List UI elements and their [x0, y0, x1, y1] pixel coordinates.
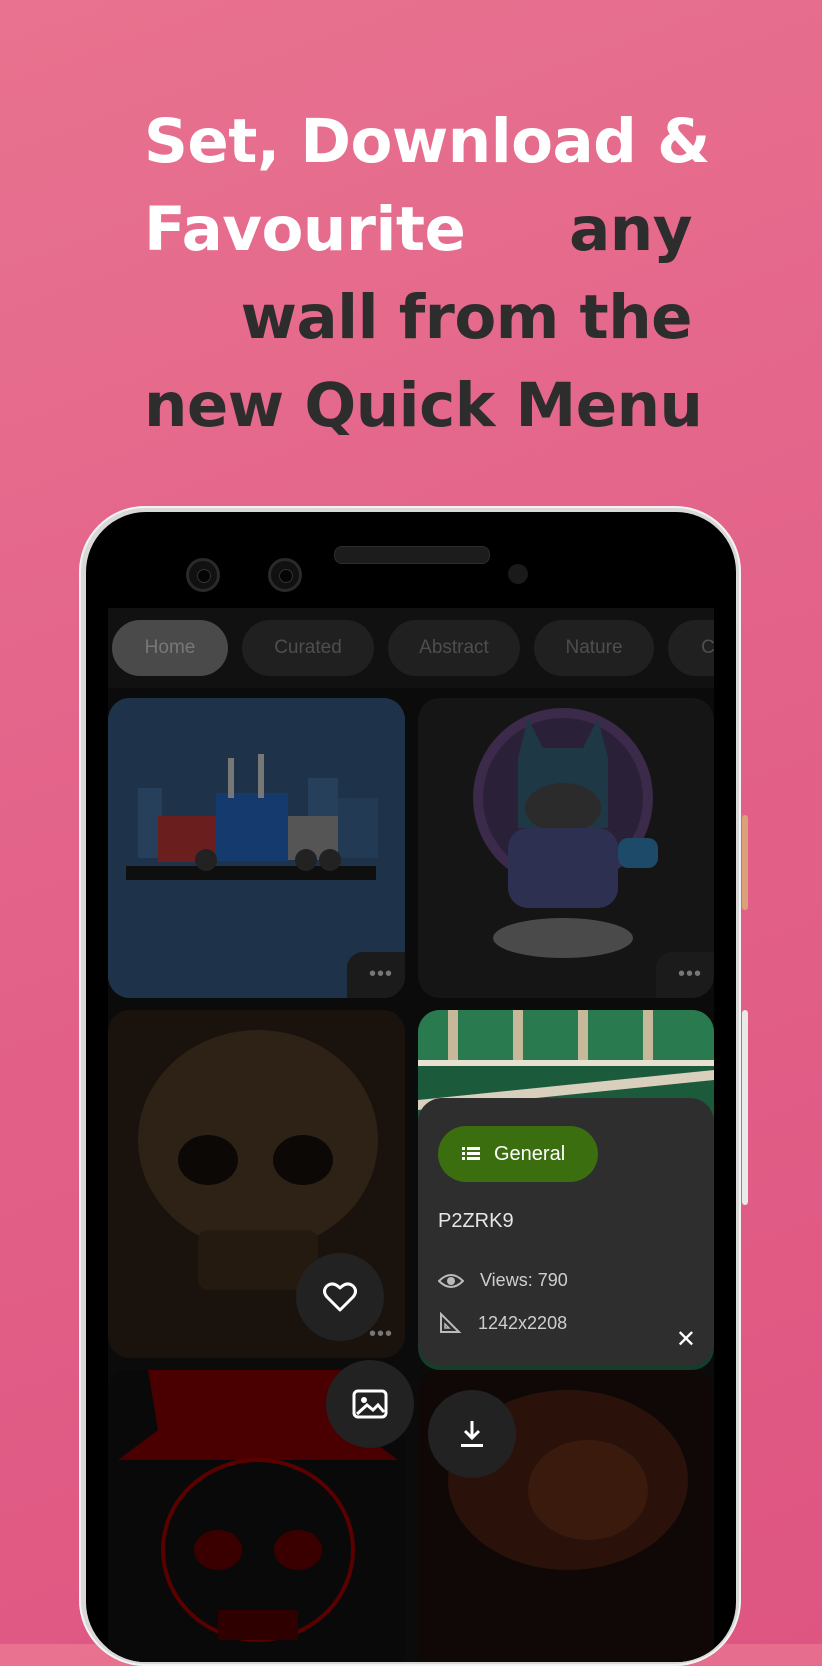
- tab-curated[interactable]: Curated: [242, 620, 374, 676]
- set-wallpaper-button[interactable]: [326, 1360, 414, 1448]
- app-screen: Home Curated Abstract Nature C ••• ••• •…: [108, 608, 714, 1662]
- front-camera-icon: [186, 558, 220, 592]
- tab-home[interactable]: Home: [112, 620, 228, 676]
- wallpaper-tile-batman[interactable]: •••: [418, 698, 714, 998]
- headline-line-2-dark: any: [569, 194, 692, 265]
- headline-line-3: wall from the: [240, 282, 693, 353]
- headline-line-2-light: Favourite: [144, 194, 466, 265]
- resolution-row: 1242x2208: [438, 1311, 567, 1335]
- tab-nature[interactable]: Nature: [534, 620, 654, 676]
- heart-icon: [323, 1282, 357, 1312]
- image-icon: [352, 1389, 388, 1419]
- download-button[interactable]: [428, 1390, 516, 1478]
- phone-power-button: [742, 815, 748, 910]
- headline: Set, Download & Favourite any wall from …: [144, 98, 710, 450]
- views-count: Views: 790: [480, 1270, 568, 1290]
- wallpaper-id: P2ZRK9: [438, 1210, 514, 1232]
- front-camera-icon: [268, 558, 302, 592]
- tab-more[interactable]: C: [668, 620, 714, 676]
- phone-body: Home Curated Abstract Nature C ••• ••• •…: [86, 512, 736, 1662]
- list-icon: [462, 1147, 480, 1160]
- tab-abstract[interactable]: Abstract: [388, 620, 520, 676]
- tile-menu-button[interactable]: •••: [369, 963, 393, 986]
- category-tabs: Home Curated Abstract Nature C: [108, 608, 714, 688]
- earpiece-speaker: [334, 546, 490, 564]
- tile-menu-button[interactable]: •••: [678, 963, 702, 986]
- views-row: Views: 790: [438, 1270, 568, 1291]
- quick-menu-card: General P2ZRK9 Views: 790 1242x2208 ✕: [418, 1098, 714, 1366]
- proximity-sensor: [508, 564, 528, 584]
- category-chip[interactable]: General: [438, 1126, 598, 1182]
- headline-line-4: new Quick Menu: [144, 370, 703, 441]
- favourite-button[interactable]: [296, 1253, 384, 1341]
- wallpaper-tile-truck[interactable]: •••: [108, 698, 405, 998]
- headline-line-2: Favourite any: [144, 186, 692, 274]
- headline-line-1: Set, Download &: [144, 106, 710, 177]
- close-icon[interactable]: ✕: [676, 1325, 696, 1354]
- category-chip-label: General: [494, 1142, 566, 1165]
- eye-icon: [438, 1273, 464, 1288]
- download-icon: [461, 1421, 483, 1447]
- resolution-value: 1242x2208: [478, 1312, 568, 1333]
- ruler-triangle-icon: [440, 1311, 462, 1333]
- phone-volume-button: [742, 1010, 748, 1205]
